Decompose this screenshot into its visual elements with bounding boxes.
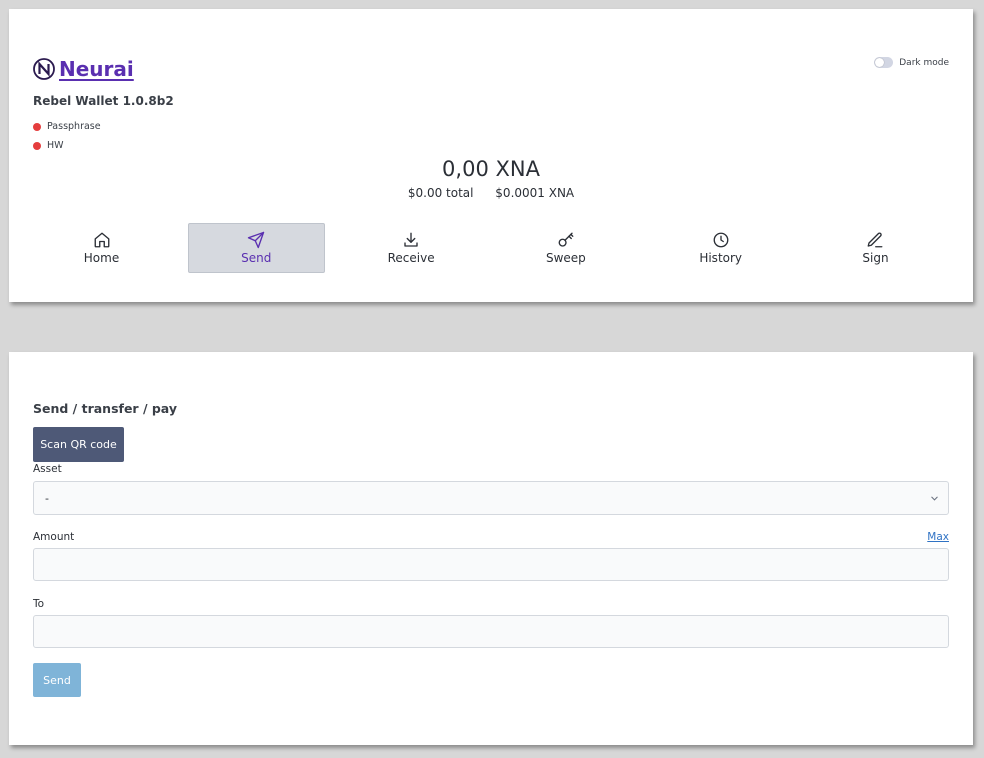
nav-label: Sweep: [545, 251, 586, 265]
main-nav: Home Send Receive Sweep History Sign: [33, 223, 949, 273]
nav-history[interactable]: History: [652, 223, 789, 273]
nav-label: History: [699, 251, 743, 265]
wallet-version: Rebel Wallet 1.0.8b2: [33, 94, 174, 108]
balance-details: $0.00 total $0.0001 XNA: [9, 186, 973, 200]
nav-sign[interactable]: Sign: [807, 223, 944, 273]
dark-mode-label: Dark mode: [899, 57, 949, 68]
download-icon: [404, 232, 418, 247]
balance-amount: 0,00 XNA: [442, 157, 540, 181]
asset-label: Asset: [33, 463, 62, 475]
home-icon: [94, 232, 109, 248]
wallet-header-card: Neurai Rebel Wallet 1.0.8b2 Passphrase H…: [9, 9, 973, 302]
scan-qr-button[interactable]: Scan QR code: [33, 427, 124, 462]
send-form-card: Send / transfer / pay Scan QR code Asset…: [9, 352, 973, 745]
nav-send[interactable]: Send: [187, 223, 325, 273]
dark-mode-toggle[interactable]: Dark mode: [874, 57, 949, 68]
brand-name[interactable]: Neurai: [59, 57, 134, 81]
status-hw: HW: [33, 140, 64, 151]
key-icon: [558, 232, 574, 247]
nav-receive[interactable]: Receive: [343, 223, 480, 273]
status-passphrase: Passphrase: [33, 121, 101, 132]
status-dot-icon: [33, 122, 41, 131]
nav-sweep[interactable]: Sweep: [497, 223, 634, 273]
nav-label: Receive: [387, 251, 435, 265]
pen-icon: [868, 232, 883, 248]
asset-selected-value: -: [45, 491, 49, 505]
max-amount-link[interactable]: Max: [927, 531, 949, 543]
send-button[interactable]: Send: [33, 663, 81, 697]
send-form-title: Send / transfer / pay: [33, 401, 178, 416]
neurai-logo-icon: [33, 58, 55, 80]
amount-label: Amount: [33, 531, 75, 543]
status-label: Passphrase: [47, 121, 101, 132]
nav-label: Home: [83, 251, 120, 265]
xna-price: $0.0001 XNA: [495, 186, 575, 200]
status-dot-icon: [33, 141, 41, 150]
nav-home[interactable]: Home: [33, 223, 170, 273]
toggle-switch-icon[interactable]: [874, 57, 894, 68]
status-label: HW: [47, 140, 64, 151]
clock-icon: [713, 232, 729, 248]
to-label: To: [33, 598, 45, 610]
brand-link[interactable]: Neurai: [33, 57, 134, 81]
send-icon: [248, 231, 265, 249]
asset-select[interactable]: -: [33, 481, 949, 515]
amount-input[interactable]: [33, 548, 949, 581]
nav-label: Sign: [862, 251, 889, 265]
balance-total-usd: $0.00 total: [407, 186, 474, 200]
nav-label: Send: [241, 251, 272, 265]
to-address-input[interactable]: [33, 615, 949, 648]
chevron-down-icon: [931, 496, 938, 501]
